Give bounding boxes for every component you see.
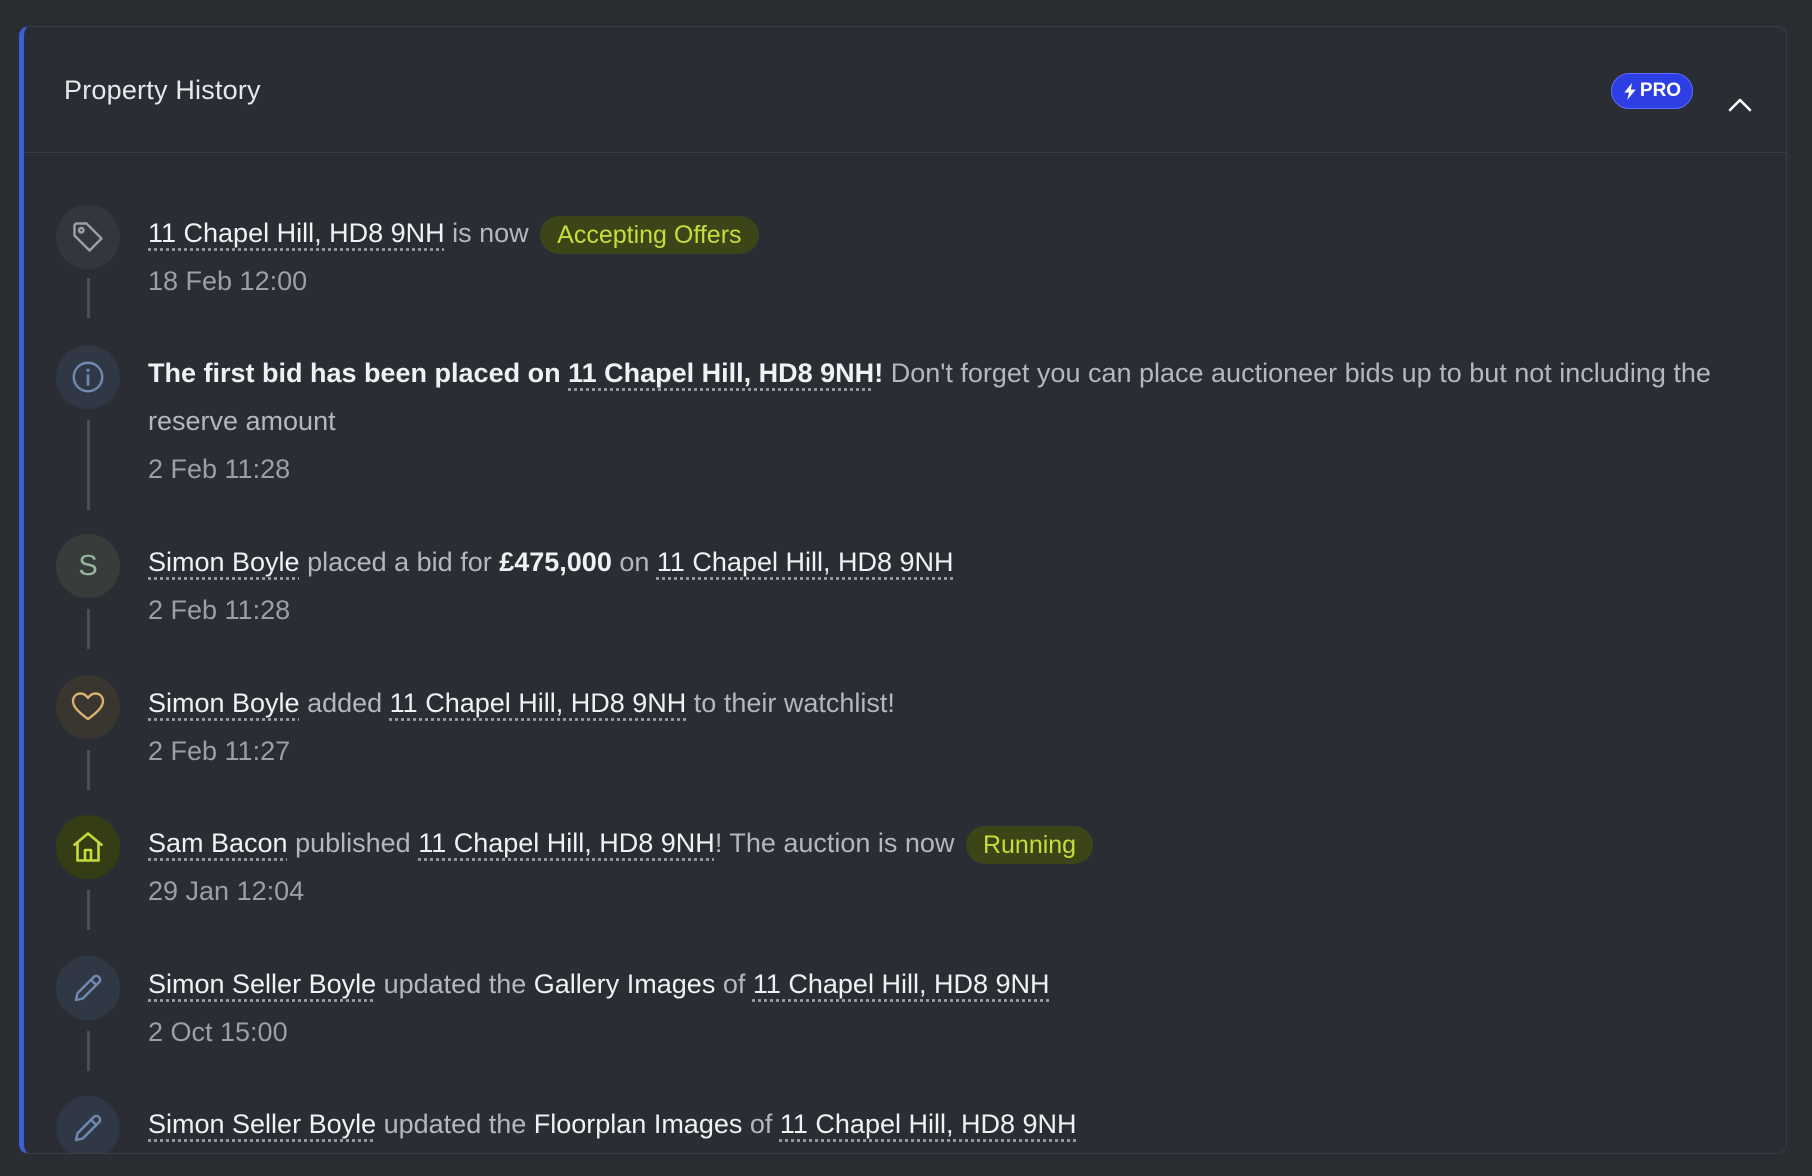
collapse-button[interactable] <box>1724 89 1756 121</box>
entry-text: updated the <box>376 1109 534 1139</box>
entry-timestamp: 29 Jan 12:04 <box>148 876 305 906</box>
info-icon <box>72 361 104 393</box>
entry-text: of <box>742 1109 780 1139</box>
chevron-up-icon <box>1728 98 1752 112</box>
entry-text: on <box>611 547 657 577</box>
entry-text: of <box>715 969 753 999</box>
entry-text: added <box>299 688 390 718</box>
status-badge: Accepting Offers <box>540 215 759 254</box>
entry-text: placed a bid for <box>299 547 500 577</box>
entry-text: ! <box>874 358 884 388</box>
entry-avatar <box>56 815 120 879</box>
entry-text: is now <box>444 218 537 248</box>
entry-message: Simon Seller Boyle updated the Gallery I… <box>148 960 1746 1008</box>
entry-avatar <box>56 956 120 1020</box>
card-title: Property History <box>64 75 261 105</box>
pencil-icon <box>74 974 102 1002</box>
entry-content: 11 Chapel Hill, HD8 9NH is now Accepting… <box>148 209 1746 305</box>
entry-lead: The first bid has been placed on <box>148 358 569 388</box>
entry-text: published <box>287 828 419 858</box>
entry-avatar <box>56 345 120 409</box>
avatar-letter: S <box>78 549 98 582</box>
entry-avatar <box>56 675 120 739</box>
entry-content: Simon Boyle placed a bid for £475,000 on… <box>148 538 1746 634</box>
pencil-icon <box>74 1114 102 1142</box>
entry-content: Sam Bacon published 11 Chapel Hill, HD8 … <box>148 819 1746 915</box>
timeline-connector <box>87 1031 90 1071</box>
timeline-connector <box>87 420 90 510</box>
property-link[interactable]: 11 Chapel Hill, HD8 9NH <box>568 358 874 388</box>
property-link[interactable]: 11 Chapel Hill, HD8 9NH <box>148 218 445 248</box>
user-avatar: S <box>56 534 120 598</box>
timeline-connector <box>87 750 90 790</box>
updated-field: Floorplan Images <box>533 1109 743 1139</box>
entry-content: The first bid has been placed on 11 Chap… <box>148 349 1746 493</box>
entry-message: The first bid has been placed on 11 Chap… <box>148 349 1746 445</box>
property-link[interactable]: 11 Chapel Hill, HD8 9NH <box>657 547 954 577</box>
entry-avatar <box>56 205 120 269</box>
entry-content: Simon Seller Boyle updated the Floorplan… <box>148 1100 1746 1148</box>
entry-avatar <box>56 1096 120 1153</box>
entry-timestamp: 2 Feb 11:27 <box>148 736 291 766</box>
property-history-card: Property History PRO 11 Chapel Hill, HD8… <box>19 26 1787 1154</box>
property-link[interactable]: 11 Chapel Hill, HD8 9NH <box>753 969 1050 999</box>
lightning-icon <box>1624 82 1636 100</box>
updated-field: Gallery Images <box>533 969 716 999</box>
timeline-connector <box>87 890 90 930</box>
bid-amount: £475,000 <box>499 547 612 577</box>
entry-content: Simon Boyle added 11 Chapel Hill, HD8 9N… <box>148 679 1746 775</box>
tag-icon <box>73 222 103 252</box>
property-link[interactable]: 11 Chapel Hill, HD8 9NH <box>780 1109 1077 1139</box>
property-link[interactable]: 11 Chapel Hill, HD8 9NH <box>418 828 715 858</box>
property-link[interactable]: 11 Chapel Hill, HD8 9NH <box>390 688 687 718</box>
pro-badge: PRO <box>1611 73 1693 109</box>
timeline-connector <box>87 278 90 318</box>
entry-timestamp: 2 Oct 15:00 <box>148 1017 288 1047</box>
status-badge: Running <box>965 825 1094 864</box>
user-link[interactable]: Simon Seller Boyle <box>148 1109 376 1139</box>
entry-message: Simon Boyle added 11 Chapel Hill, HD8 9N… <box>148 679 1746 727</box>
entry-text: to their watchlist! <box>686 688 895 718</box>
entry-content: Simon Seller Boyle updated the Gallery I… <box>148 960 1746 1056</box>
timeline-connector <box>87 609 90 649</box>
user-link[interactable]: Simon Boyle <box>148 688 300 718</box>
home-icon <box>73 832 103 862</box>
entry-timestamp: 18 Feb 12:00 <box>148 266 308 296</box>
pro-badge-label: PRO <box>1639 80 1682 101</box>
user-link[interactable]: Sam Bacon <box>148 828 288 858</box>
user-link[interactable]: Simon Boyle <box>148 547 300 577</box>
entry-timestamp: 2 Feb 11:28 <box>148 595 291 625</box>
entry-text: updated the <box>376 969 534 999</box>
entry-timestamp: 2 Feb 11:28 <box>148 454 291 484</box>
entry-text: ! The auction is now <box>714 828 962 858</box>
entry-message: 11 Chapel Hill, HD8 9NH is now Accepting… <box>148 209 1746 257</box>
entry-message: Sam Bacon published 11 Chapel Hill, HD8 … <box>148 819 1746 867</box>
card-header: Property History PRO <box>24 27 1786 153</box>
user-link[interactable]: Simon Seller Boyle <box>148 969 376 999</box>
entry-message: Simon Seller Boyle updated the Floorplan… <box>148 1100 1746 1148</box>
entry-message: Simon Boyle placed a bid for £475,000 on… <box>148 538 1746 586</box>
heart-icon <box>71 692 105 721</box>
history-timeline: 11 Chapel Hill, HD8 9NH is now Accepting… <box>24 153 1786 1153</box>
